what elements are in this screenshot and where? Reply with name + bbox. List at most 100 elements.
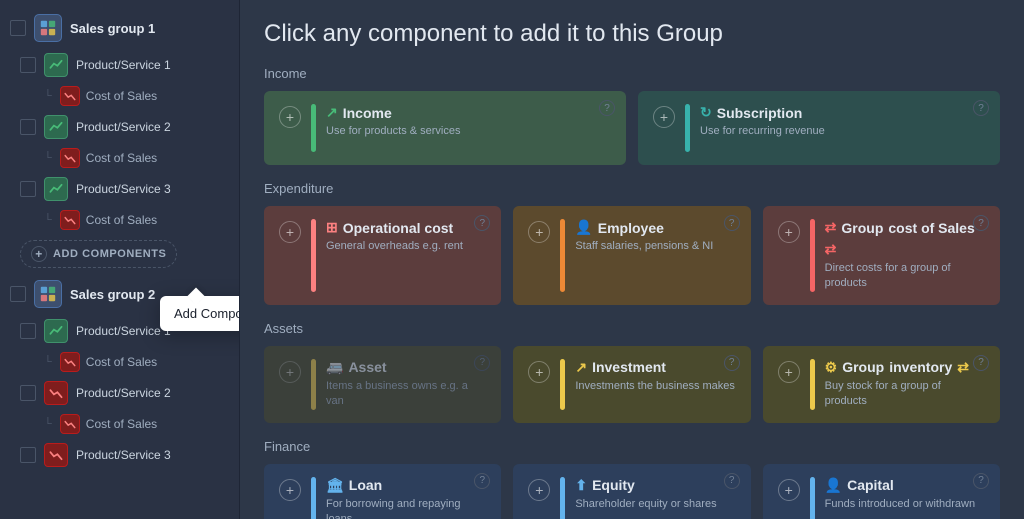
- asset-help[interactable]: ?: [474, 355, 490, 371]
- equity-icon: ⬆: [575, 477, 587, 494]
- loan-accent: [311, 477, 316, 519]
- product3-label: Product/Service 3: [76, 182, 171, 196]
- group-inventory-card[interactable]: + ⚙ Group inventory ⇄ Buy stock for a gr…: [763, 346, 1000, 423]
- group-inventory-help[interactable]: ?: [973, 355, 989, 371]
- operational-card[interactable]: + ⊞ Operational cost General overheads e…: [264, 206, 501, 305]
- loan-body: 🏛 Loan For borrowing and repaying loans: [326, 477, 486, 519]
- product1-checkbox[interactable]: [20, 57, 36, 73]
- operational-plus[interactable]: +: [279, 221, 301, 243]
- subscription-plus[interactable]: +: [653, 106, 675, 128]
- investment-plus[interactable]: +: [528, 361, 550, 383]
- asset-card[interactable]: + 🚐 Asset Items a business owns e.g. a v…: [264, 346, 501, 423]
- group-inventory-desc: Buy stock for a group of products: [825, 379, 985, 410]
- product3-checkbox[interactable]: [20, 181, 36, 197]
- employee-title: 👤 Employee: [575, 219, 735, 236]
- loan-card[interactable]: + 🏛 Loan For borrowing and repaying loan…: [264, 464, 501, 519]
- group-cos-accent: [810, 219, 815, 292]
- employee-plus[interactable]: +: [528, 221, 550, 243]
- group-cos-plus[interactable]: +: [778, 221, 800, 243]
- operational-help[interactable]: ?: [474, 215, 490, 231]
- group2-product2[interactable]: Product/Service 2: [0, 376, 239, 410]
- group2-product2-cos[interactable]: └ Cost of Sales: [0, 410, 239, 438]
- group1-product3[interactable]: Product/Service 3: [0, 172, 239, 206]
- asset-icon: 🚐: [326, 359, 343, 376]
- group-2-label: Sales group 2: [70, 287, 155, 302]
- group2-product1-cos[interactable]: └ Cost of Sales: [0, 348, 239, 376]
- capital-title: 👤 Capital: [825, 477, 985, 494]
- group-1-checkbox[interactable]: [10, 20, 26, 36]
- employee-body: 👤 Employee Staff salaries, pensions & NI: [575, 219, 735, 254]
- group-cos-help[interactable]: ?: [973, 215, 989, 231]
- g2-product1-label: Product/Service 1: [76, 324, 171, 338]
- g2-product1-checkbox[interactable]: [20, 323, 36, 339]
- subscription-card[interactable]: + ↻ Subscription Use for recurring reven…: [638, 91, 1000, 165]
- equity-help[interactable]: ?: [724, 473, 740, 489]
- group1-product1[interactable]: Product/Service 1: [0, 48, 239, 82]
- product1-icon: [44, 53, 68, 77]
- g2-cos2-icon: [60, 414, 80, 434]
- group-cos-desc: Direct costs for a group of products: [825, 261, 985, 292]
- group-2-icon: [34, 280, 62, 308]
- income-desc: Use for products & services: [326, 124, 611, 139]
- investment-card[interactable]: + ↗ Investment Investments the business …: [513, 346, 750, 423]
- add-circle-icon: +: [31, 246, 47, 262]
- equity-accent: [560, 477, 565, 519]
- operational-body: ⊞ Operational cost General overheads e.g…: [326, 219, 486, 254]
- cos1-label: Cost of Sales: [86, 89, 157, 103]
- group1-product2-cos[interactable]: └ Cost of Sales: [0, 144, 239, 172]
- asset-body: 🚐 Asset Items a business owns e.g. a van: [326, 359, 486, 410]
- cos1-icon: [60, 86, 80, 106]
- group1-product1-cos[interactable]: └ Cost of Sales: [0, 82, 239, 110]
- group-1-icon: [34, 14, 62, 42]
- loan-icon: 🏛: [326, 477, 344, 494]
- employee-card[interactable]: + 👤 Employee Staff salaries, pensions & …: [513, 206, 750, 305]
- operational-icon: ⊞: [326, 219, 338, 236]
- subscription-body: ↻ Subscription Use for recurring revenue: [700, 104, 985, 139]
- investment-help[interactable]: ?: [724, 355, 740, 371]
- group-inventory-body: ⚙ Group inventory ⇄ Buy stock for a grou…: [825, 359, 985, 410]
- capital-card[interactable]: + 👤 Capital Funds introduced or withdraw…: [763, 464, 1000, 519]
- connector3: └: [44, 214, 52, 226]
- group-inventory-plus[interactable]: +: [778, 361, 800, 383]
- g2-product2-checkbox[interactable]: [20, 385, 36, 401]
- operational-title: ⊞ Operational cost: [326, 219, 486, 236]
- product1-label: Product/Service 1: [76, 58, 171, 72]
- group-cos-body: ⇄ Group cost of Sales ⇄ Direct costs for…: [825, 219, 985, 292]
- connector2: └: [44, 152, 52, 164]
- group2-product3[interactable]: Product/Service 3: [0, 438, 239, 472]
- income-help[interactable]: ?: [599, 100, 615, 116]
- g2-product2-icon: [44, 381, 68, 405]
- capital-plus[interactable]: +: [778, 479, 800, 501]
- product2-checkbox[interactable]: [20, 119, 36, 135]
- group-1-label: Sales group 1: [70, 21, 155, 36]
- loan-plus[interactable]: +: [279, 479, 301, 501]
- employee-help[interactable]: ?: [724, 215, 740, 231]
- equity-card[interactable]: + ⬆ Equity Shareholder equity or shares …: [513, 464, 750, 519]
- asset-title: 🚐 Asset: [326, 359, 486, 376]
- capital-desc: Funds introduced or withdrawn: [825, 497, 985, 512]
- income-accent: [311, 104, 316, 152]
- group1-product2[interactable]: Product/Service 2: [0, 110, 239, 144]
- subscription-help[interactable]: ?: [973, 100, 989, 116]
- group1-product3-cos[interactable]: └ Cost of Sales: [0, 206, 239, 234]
- g2-product3-checkbox[interactable]: [20, 447, 36, 463]
- income-card[interactable]: + ↗ Income Use for products & services ?: [264, 91, 626, 165]
- group-cos-card[interactable]: + ⇄ Group cost of Sales ⇄ Direct costs f…: [763, 206, 1000, 305]
- group-1-header[interactable]: Sales group 1: [0, 8, 239, 48]
- equity-title: ⬆ Equity: [575, 477, 735, 494]
- capital-help[interactable]: ?: [973, 473, 989, 489]
- g2-cos1-icon: [60, 352, 80, 372]
- equity-plus[interactable]: +: [528, 479, 550, 501]
- loan-title: 🏛 Loan: [326, 477, 486, 494]
- group-2-checkbox[interactable]: [10, 286, 26, 302]
- income-plus[interactable]: +: [279, 106, 301, 128]
- group-cos-title: ⇄ Group cost of Sales ⇄: [825, 219, 985, 258]
- add-components-button[interactable]: + ADD COMPONENTS: [20, 240, 177, 268]
- section-assets-label: Assets: [264, 321, 1000, 336]
- loan-help[interactable]: ?: [474, 473, 490, 489]
- investment-icon: ↗: [575, 359, 587, 376]
- employee-icon: 👤: [575, 219, 592, 236]
- section-expenditure-label: Expenditure: [264, 181, 1000, 196]
- asset-plus[interactable]: +: [279, 361, 301, 383]
- sidebar: Sales group 1 Product/Service 1 └ Cost o…: [0, 0, 240, 519]
